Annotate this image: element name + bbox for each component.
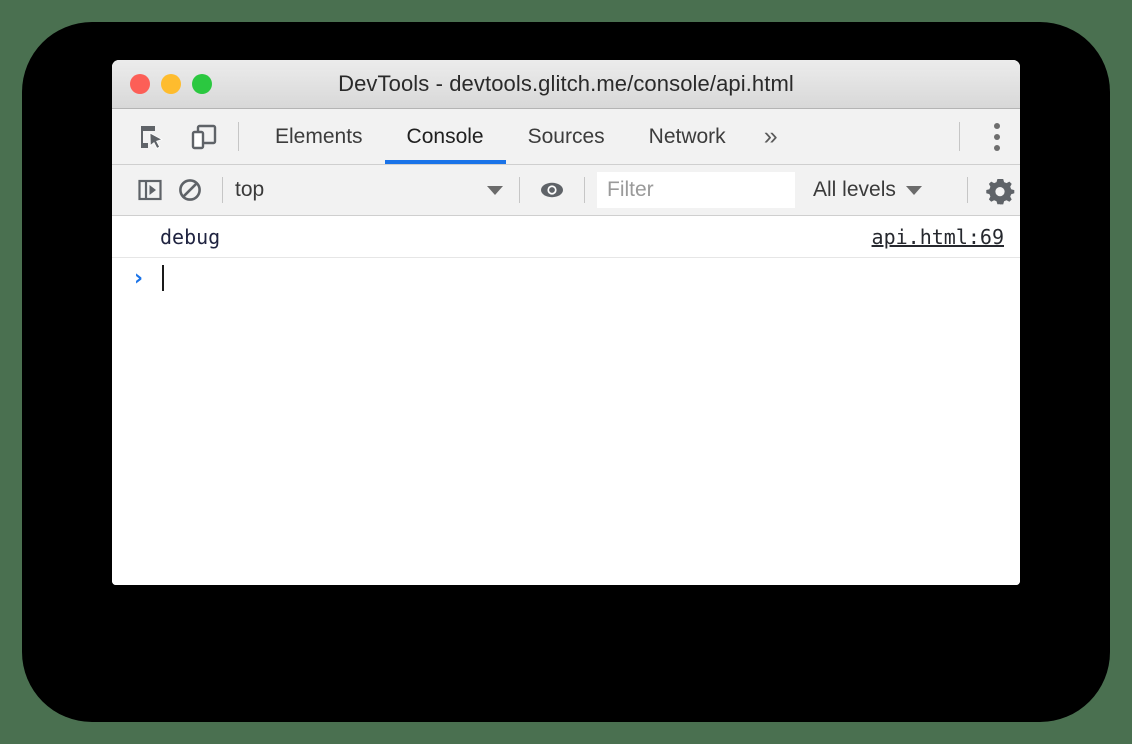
chevron-down-icon <box>487 185 503 195</box>
tab-network[interactable]: Network <box>627 109 748 164</box>
device-toolbar-icon[interactable] <box>184 117 224 157</box>
text-cursor <box>162 265 164 291</box>
filter-bar-divider-3 <box>584 177 585 203</box>
console-message-row[interactable]: debug api.html:69 <box>112 216 1020 258</box>
devtools-tab-bar: Elements Console Sources Network » <box>112 109 1020 165</box>
tab-bar-divider <box>238 122 239 151</box>
clear-console-icon[interactable] <box>170 170 210 210</box>
console-message-source-link[interactable]: api.html:69 <box>872 225 1004 249</box>
inspect-element-icon[interactable] <box>132 117 172 157</box>
execution-context-selector[interactable]: top <box>235 173 507 207</box>
execution-context-label: top <box>235 178 265 201</box>
zoom-button[interactable] <box>192 74 212 94</box>
tab-console[interactable]: Console <box>384 109 506 164</box>
console-prompt-row[interactable]: › <box>112 258 1020 298</box>
window-title: DevTools - devtools.glitch.me/console/ap… <box>338 71 794 96</box>
console-output[interactable]: debug api.html:69 › <box>112 216 1020 585</box>
log-level-selector[interactable]: All levels <box>813 178 922 202</box>
filter-bar-right <box>955 170 1020 210</box>
chevron-down-icon <box>905 185 922 195</box>
panel-tabs: Elements Console Sources Network » <box>253 109 794 164</box>
main-menu-divider <box>959 122 960 151</box>
devtools-window: DevTools - devtools.glitch.me/console/ap… <box>112 60 1020 585</box>
minimize-button[interactable] <box>161 74 181 94</box>
filter-bar-divider-1 <box>222 177 223 203</box>
tab-elements[interactable]: Elements <box>253 109 385 164</box>
tab-bar-right <box>945 109 1020 164</box>
filter-input[interactable] <box>597 172 795 208</box>
console-filter-bar: top All levels <box>112 165 1020 216</box>
kebab-menu-icon[interactable] <box>974 109 1020 164</box>
live-expression-eye-icon[interactable] <box>532 170 572 210</box>
log-level-label: All levels <box>813 178 896 201</box>
settings-gear-icon[interactable] <box>980 170 1020 210</box>
tab-bar-icons <box>112 109 224 164</box>
more-tabs-chevron-icon[interactable]: » <box>748 109 794 164</box>
close-button[interactable] <box>130 74 150 94</box>
console-sidebar-icon[interactable] <box>130 170 170 210</box>
traffic-lights <box>130 74 212 94</box>
console-message-text: debug <box>160 224 221 249</box>
tab-sources[interactable]: Sources <box>506 109 627 164</box>
filter-bar-divider-2 <box>519 177 520 203</box>
prompt-chevron-icon: › <box>134 265 144 291</box>
filter-bar-divider-4 <box>967 177 968 203</box>
title-bar: DevTools - devtools.glitch.me/console/ap… <box>112 60 1020 109</box>
